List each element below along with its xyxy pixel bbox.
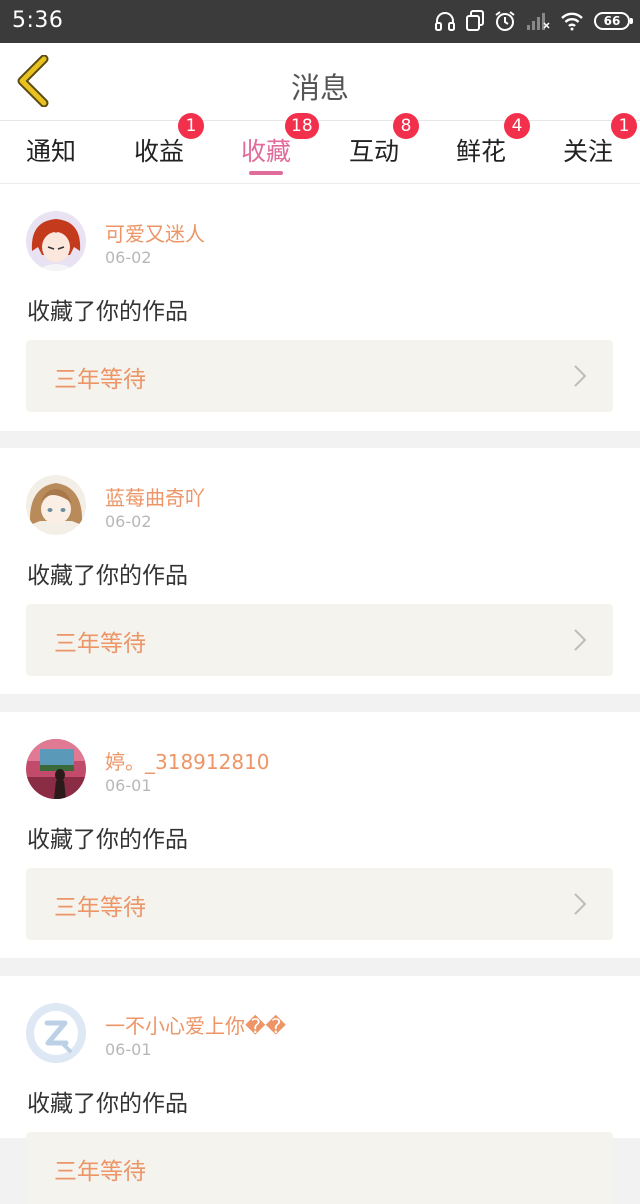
tab-badge: 1 <box>611 113 637 139</box>
username[interactable]: 可爱又迷人 <box>105 218 205 247</box>
tab-label: 鲜花 <box>456 137 507 166</box>
avatar[interactable] <box>26 211 86 271</box>
battery-icon: 66 <box>594 12 633 30</box>
page-title: 消息 <box>290 71 349 105</box>
username[interactable]: 婷。_318912810 <box>105 746 270 775</box>
battery-level: 66 <box>603 14 621 28</box>
sim-icon <box>466 10 484 31</box>
active-tab-indicator <box>249 171 283 175</box>
message-card: 蓝莓曲奇吖 06-02 收藏了你的作品 三年等待 <box>0 448 640 694</box>
tab-label: 收益 <box>134 137 185 166</box>
message-card: 一不小心爱上你�� 06-01 收藏了你的作品 三年等待 <box>0 976 640 1204</box>
work-title: 三年等待 <box>54 631 146 657</box>
work-title: 三年等待 <box>54 895 146 921</box>
photo-avatar-icon <box>26 739 86 799</box>
avatar[interactable] <box>26 739 86 799</box>
avatar[interactable] <box>26 475 86 535</box>
action-text: 收藏了你的作品 <box>27 299 188 325</box>
work-title: 三年等待 <box>54 1159 146 1185</box>
work-title: 三年等待 <box>54 367 146 393</box>
work-link[interactable]: 三年等待 <box>26 868 613 940</box>
anime-avatar-icon <box>26 475 86 535</box>
message-date: 06-02 <box>105 512 152 531</box>
work-link[interactable]: 三年等待 <box>26 604 613 676</box>
chevron-right-icon <box>574 629 587 651</box>
action-text: 收藏了你的作品 <box>27 827 188 853</box>
work-link[interactable]: 三年等待 <box>26 1132 613 1204</box>
action-text: 收藏了你的作品 <box>27 563 188 589</box>
tab-badge: 1 <box>178 113 204 139</box>
tab-label: 收藏 <box>241 137 292 166</box>
tab-label: 关注 <box>563 137 614 166</box>
tab-label: 通知 <box>26 137 77 166</box>
message-date: 06-01 <box>105 776 152 795</box>
username[interactable]: 蓝莓曲奇吖 <box>105 482 205 511</box>
chevron-right-icon <box>574 893 587 915</box>
tab-label: 互动 <box>349 137 400 166</box>
status-icons: 66 <box>434 8 633 34</box>
work-link[interactable]: 三年等待 <box>26 340 613 412</box>
signal-icon <box>527 13 550 30</box>
alarm-icon <box>495 11 515 31</box>
message-date: 06-01 <box>105 1040 152 1059</box>
nav-header: 消息 <box>0 43 640 121</box>
username[interactable]: 一不小心爱上你�� <box>105 1010 286 1039</box>
message-card: 婷。_318912810 06-01 收藏了你的作品 三年等待 <box>0 712 640 958</box>
chevron-right-icon <box>574 365 587 387</box>
action-text: 收藏了你的作品 <box>27 1091 188 1117</box>
wifi-icon <box>561 12 583 31</box>
avatar[interactable] <box>26 1003 86 1063</box>
default-avatar-icon <box>26 1003 86 1063</box>
status-time: 5:36 <box>12 8 64 33</box>
message-date: 06-02 <box>105 248 152 267</box>
status-bar: 5:36 66 <box>0 0 640 43</box>
anime-avatar-icon <box>26 211 86 271</box>
tab-badge: 18 <box>285 113 319 139</box>
headphones-icon <box>435 12 455 31</box>
message-card: 可爱又迷人 06-02 收藏了你的作品 三年等待 <box>0 184 640 431</box>
tab-bar: 通知 收益 1 收藏 18 互动 8 鲜花 4 关注 1 <box>0 113 640 184</box>
tab-badge: 4 <box>504 113 530 139</box>
tab-badge: 8 <box>393 113 419 139</box>
